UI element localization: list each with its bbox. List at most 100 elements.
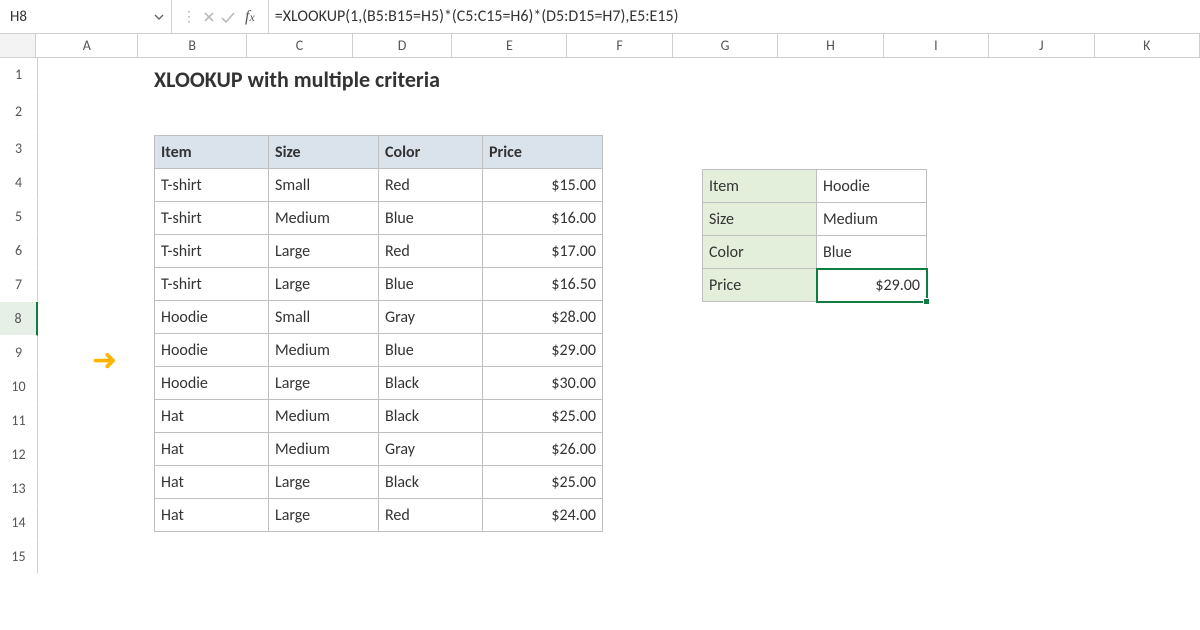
cell-price[interactable]: $17.00	[483, 235, 603, 268]
row-header-13[interactable]: 13	[0, 472, 38, 506]
column-header-E[interactable]: E	[452, 34, 567, 57]
cell-color[interactable]: Gray	[379, 433, 483, 466]
lookup-row: ColorBlue	[703, 236, 927, 269]
cell-item[interactable]: T-shirt	[155, 202, 269, 235]
row-header-7[interactable]: 7	[0, 268, 38, 302]
cell-size[interactable]: Medium	[269, 334, 379, 367]
cell-item[interactable]: Hat	[155, 466, 269, 499]
cell-price[interactable]: $25.00	[483, 466, 603, 499]
cell-item[interactable]: Hat	[155, 499, 269, 532]
cell-color[interactable]: Blue	[379, 202, 483, 235]
confirm-icon[interactable]	[220, 10, 236, 24]
table-header: Size	[269, 136, 379, 169]
cell-color[interactable]: Gray	[379, 301, 483, 334]
table-header: Color	[379, 136, 483, 169]
cell-size[interactable]: Large	[269, 268, 379, 301]
cell-color[interactable]: Blue	[379, 268, 483, 301]
cell-price[interactable]: $30.00	[483, 367, 603, 400]
column-header-I[interactable]: I	[884, 34, 989, 57]
cell-item[interactable]: T-shirt	[155, 235, 269, 268]
table-row: T-shirtLargeRed$17.00	[155, 235, 603, 268]
cell-size[interactable]: Large	[269, 367, 379, 400]
selected-cell[interactable]: $29.00	[817, 269, 927, 302]
formula-text: =XLOOKUP(1,(B5:B15=H5)*(C5:C15=H6)*(D5:D…	[275, 7, 679, 26]
cell-price[interactable]: $24.00	[483, 499, 603, 532]
row-header-2[interactable]: 2	[0, 92, 38, 132]
row-header-14[interactable]: 14	[0, 506, 38, 540]
lookup-value[interactable]: Hoodie	[817, 170, 927, 203]
chevron-down-icon[interactable]	[147, 11, 171, 23]
select-all-corner[interactable]	[0, 34, 36, 57]
fx-icon[interactable]: fx	[240, 8, 260, 26]
row-header-1[interactable]: 1	[0, 58, 38, 92]
cell-color[interactable]: Black	[379, 367, 483, 400]
data-table: ItemSizeColorPrice T-shirtSmallRed$15.00…	[154, 135, 603, 532]
cell-price[interactable]: $26.00	[483, 433, 603, 466]
cell-item[interactable]: T-shirt	[155, 268, 269, 301]
cell-item[interactable]: T-shirt	[155, 169, 269, 202]
column-header-J[interactable]: J	[989, 34, 1094, 57]
cell-size[interactable]: Small	[269, 169, 379, 202]
cell-price[interactable]: $29.00	[483, 334, 603, 367]
row-header-4[interactable]: 4	[0, 166, 38, 200]
row-header-11[interactable]: 11	[0, 404, 38, 438]
table-row: T-shirtLargeBlue$16.50	[155, 268, 603, 301]
cell-color[interactable]: Black	[379, 400, 483, 433]
cell-item[interactable]: Hoodie	[155, 367, 269, 400]
row-header-9[interactable]: 9	[0, 336, 38, 370]
cell-item[interactable]: Hat	[155, 433, 269, 466]
cell-price[interactable]: $28.00	[483, 301, 603, 334]
row-header-12[interactable]: 12	[0, 438, 38, 472]
lookup-value[interactable]: Blue	[817, 236, 927, 269]
column-header-H[interactable]: H	[778, 34, 883, 57]
column-header-A[interactable]: A	[36, 34, 138, 57]
table-row: HoodieMediumBlue$29.00	[155, 334, 603, 367]
cell-color[interactable]: Red	[379, 169, 483, 202]
row-header-6[interactable]: 6	[0, 234, 38, 268]
name-box[interactable]: H8	[0, 0, 172, 33]
cell-color[interactable]: Red	[379, 499, 483, 532]
cell-size[interactable]: Large	[269, 235, 379, 268]
table-row: HatMediumGray$26.00	[155, 433, 603, 466]
cell-size[interactable]: Large	[269, 466, 379, 499]
column-header-G[interactable]: G	[673, 34, 778, 57]
cell-item[interactable]: Hoodie	[155, 301, 269, 334]
lookup-value[interactable]: Medium	[817, 203, 927, 236]
column-header-C[interactable]: C	[247, 34, 352, 57]
column-header-B[interactable]: B	[138, 34, 247, 57]
cell-size[interactable]: Medium	[269, 400, 379, 433]
cell-color[interactable]: Black	[379, 466, 483, 499]
cell-size[interactable]: Large	[269, 499, 379, 532]
cells-area[interactable]: XLOOKUP with multiple criteria ➜ ItemSiz…	[38, 58, 1200, 574]
cell-size[interactable]: Small	[269, 301, 379, 334]
formula-bar[interactable]: =XLOOKUP(1,(B5:B15=H5)*(C5:C15=H6)*(D5:D…	[269, 0, 1200, 33]
cell-size[interactable]: Medium	[269, 202, 379, 235]
cell-color[interactable]: Red	[379, 235, 483, 268]
cell-size[interactable]: Medium	[269, 433, 379, 466]
cell-item[interactable]: Hoodie	[155, 334, 269, 367]
cell-item[interactable]: Hat	[155, 400, 269, 433]
row-header-3[interactable]: 3	[0, 132, 38, 166]
lookup-row: Price$29.00	[703, 269, 927, 302]
row-header-15[interactable]: 15	[0, 540, 38, 574]
column-header-F[interactable]: F	[567, 34, 672, 57]
lookup-label: Size	[703, 203, 817, 236]
column-header-D[interactable]: D	[353, 34, 453, 57]
cell-price[interactable]: $16.00	[483, 202, 603, 235]
lookup-table: ItemHoodieSizeMediumColorBluePrice$29.00	[702, 169, 927, 302]
fill-handle[interactable]	[923, 298, 930, 305]
lookup-row: ItemHoodie	[703, 170, 927, 203]
page-title: XLOOKUP with multiple criteria	[154, 66, 440, 93]
cell-price[interactable]: $15.00	[483, 169, 603, 202]
cancel-icon[interactable]	[202, 10, 216, 24]
row-header-5[interactable]: 5	[0, 200, 38, 234]
cell-color[interactable]: Blue	[379, 334, 483, 367]
row-header-10[interactable]: 10	[0, 370, 38, 404]
cell-price[interactable]: $25.00	[483, 400, 603, 433]
row-headers: 123456789101112131415	[0, 58, 38, 574]
cell-price[interactable]: $16.50	[483, 268, 603, 301]
column-header-K[interactable]: K	[1095, 34, 1200, 57]
row-header-8[interactable]: 8	[0, 302, 38, 336]
table-row: HoodieSmallGray$28.00	[155, 301, 603, 334]
spreadsheet-grid[interactable]: ABCDEFGHIJK 123456789101112131415 XLOOKU…	[0, 34, 1200, 574]
